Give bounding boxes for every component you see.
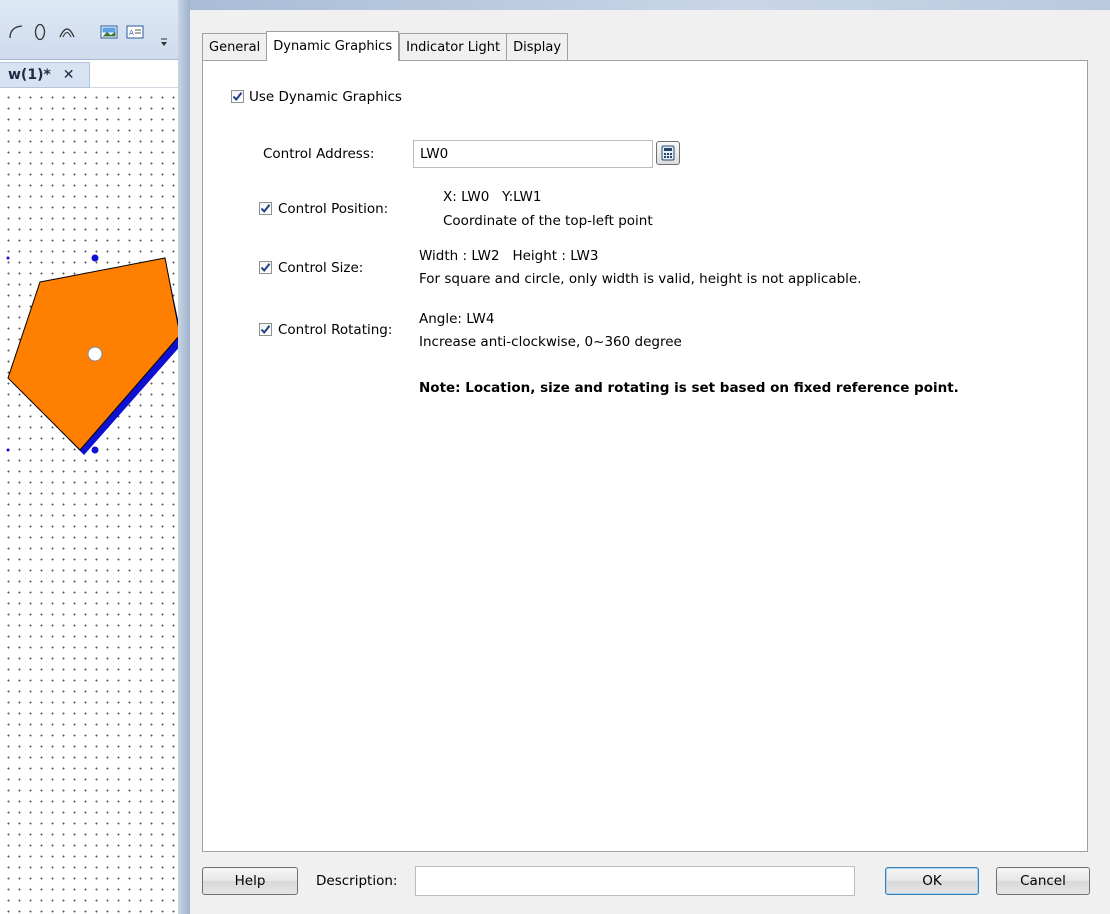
checkmark-icon [260,325,271,335]
ok-button[interactable]: OK [885,867,979,895]
dynamic-graphics-dialog: General Dynamic Graphics Indicator Light… [190,0,1110,914]
calculator-icon [661,145,675,161]
checkmark-icon [232,92,243,102]
tab-display[interactable]: Display [506,33,569,61]
checkmark-icon [260,263,271,273]
control-size-address: Width : LW2 Height : LW3 [419,248,599,264]
pentagon-shape[interactable] [0,0,190,914]
help-button[interactable]: Help [202,867,298,895]
control-size-label: Control Size: [278,260,364,276]
selection-handle [91,254,99,262]
control-address-input[interactable] [413,140,653,168]
selection-handle [6,448,10,452]
use-dynamic-graphics-label: Use Dynamic Graphics [249,89,402,105]
control-position-label: Control Position: [278,201,389,217]
dialog-tabs: General Dynamic Graphics Indicator Light… [202,31,569,61]
control-position-checkbox[interactable] [259,202,272,215]
canvas-scrollbar-edge [178,0,190,914]
dialog-titlebar [190,0,1110,10]
tab-general[interactable]: General [202,33,267,61]
control-position-address: X: LW0 Y:LW1 [443,189,542,205]
address-keypad-button[interactable] [656,141,680,165]
control-size-hint: For square and circle, only width is val… [419,271,862,287]
control-address-label: Control Address: [263,146,375,162]
selection-handle [6,256,10,260]
control-rotating-hint: Increase anti-clockwise, 0~360 degree [419,334,682,350]
editor-area: A w(1)* ✕ [0,0,190,914]
selection-handle [91,446,99,454]
tab-dynamic-graphics[interactable]: Dynamic Graphics [266,31,400,61]
dynamic-graphics-panel: Use Dynamic Graphics Control Address: Co… [202,60,1088,852]
control-position-hint: Coordinate of the top-left point [443,213,653,229]
reference-point-note: Note: Location, size and rotating is set… [419,380,959,396]
use-dynamic-graphics-checkbox[interactable] [231,90,244,103]
control-rotating-label: Control Rotating: [278,322,393,338]
rotation-center-point [87,346,103,362]
checkmark-icon [260,204,271,214]
control-rotating-checkbox[interactable] [259,323,272,336]
description-input[interactable] [415,866,855,896]
control-rotating-address: Angle: LW4 [419,311,495,327]
control-size-checkbox[interactable] [259,261,272,274]
cancel-button[interactable]: Cancel [996,867,1090,895]
tab-indicator-light[interactable]: Indicator Light [399,33,507,61]
description-label: Description: [316,873,398,889]
